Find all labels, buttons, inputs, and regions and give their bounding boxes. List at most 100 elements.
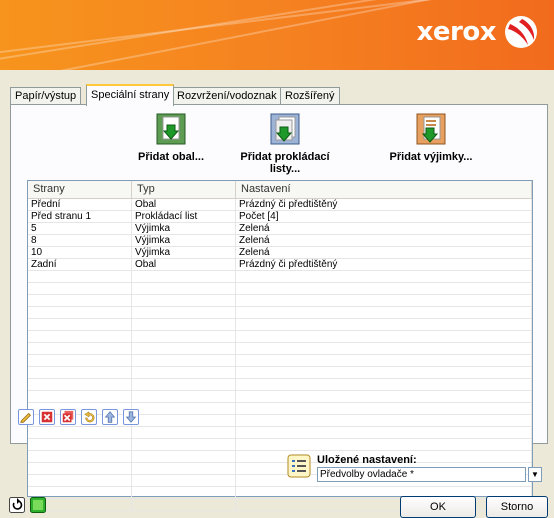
tab-special-pages[interactable]: Speciální strany bbox=[86, 84, 175, 106]
cell-settings bbox=[236, 295, 532, 306]
cell-type: Obal bbox=[132, 259, 236, 270]
table-row[interactable] bbox=[28, 427, 532, 439]
saved-settings-label: Uložené nastavení: bbox=[317, 454, 417, 466]
cell-pages bbox=[28, 427, 132, 438]
add-cover-button[interactable]: Přidat obal... bbox=[111, 113, 231, 163]
table-row[interactable] bbox=[28, 319, 532, 331]
table-row[interactable] bbox=[28, 391, 532, 403]
table-row[interactable]: Přední Obal Prázdný či předtištěný bbox=[28, 199, 532, 211]
cancel-button[interactable]: Storno bbox=[486, 496, 548, 518]
cell-settings bbox=[236, 271, 532, 282]
tab-paper-output[interactable]: Papír/výstup bbox=[10, 87, 82, 104]
cell-type: Obal bbox=[132, 199, 236, 210]
add-exceptions-button[interactable]: Přidat výjimky... bbox=[366, 113, 496, 163]
table-row[interactable]: Zadní Obal Prázdný či předtištěný bbox=[28, 259, 532, 271]
cell-settings bbox=[236, 367, 532, 378]
cell-settings bbox=[236, 379, 532, 390]
tab-layout-watermark[interactable]: Rozvržení/vodoznak bbox=[172, 87, 282, 104]
cell-pages: Před stranu 1 bbox=[28, 211, 132, 222]
table-row[interactable] bbox=[28, 451, 532, 463]
cell-settings: Zelená bbox=[236, 235, 532, 246]
cell-type bbox=[132, 379, 236, 390]
add-exceptions-label: Přidat výjimky... bbox=[389, 151, 473, 163]
table-row[interactable] bbox=[28, 439, 532, 451]
cell-settings bbox=[236, 439, 532, 450]
cell-settings bbox=[236, 319, 532, 330]
cell-pages bbox=[28, 391, 132, 402]
cell-settings bbox=[236, 403, 532, 414]
cell-pages bbox=[28, 331, 132, 342]
delete-all-icon[interactable] bbox=[60, 409, 76, 425]
status-green-icon[interactable] bbox=[30, 497, 46, 513]
cell-type bbox=[132, 427, 236, 438]
table-row[interactable]: 8 Výjimka Zelená bbox=[28, 235, 532, 247]
add-inserts-button[interactable]: Přidat prokládací listy... bbox=[225, 113, 345, 175]
add-inserts-icon bbox=[270, 113, 300, 145]
table-row[interactable] bbox=[28, 295, 532, 307]
xerox-logo: xerox bbox=[416, 17, 497, 47]
cell-type bbox=[132, 403, 236, 414]
cell-type bbox=[132, 415, 236, 426]
column-header-type[interactable]: Typ bbox=[132, 181, 236, 198]
cell-type: Výjimka bbox=[132, 247, 236, 258]
saved-settings-icon bbox=[287, 454, 311, 478]
cell-pages bbox=[28, 283, 132, 294]
cell-pages: 5 bbox=[28, 223, 132, 234]
undo-icon[interactable] bbox=[81, 409, 97, 425]
saved-settings-select[interactable]: Předvolby ovladače * bbox=[317, 467, 526, 482]
column-header-pages[interactable]: Strany bbox=[28, 181, 132, 198]
cell-pages: Zadní bbox=[28, 259, 132, 270]
cell-type bbox=[132, 283, 236, 294]
table-row[interactable]: 5 Výjimka Zelená bbox=[28, 223, 532, 235]
cell-settings bbox=[236, 415, 532, 426]
special-pages-panel: Přidat obal... Přidat prokládací listy..… bbox=[10, 104, 548, 511]
table-row[interactable] bbox=[28, 367, 532, 379]
table-row[interactable] bbox=[28, 355, 532, 367]
saved-settings-dropdown-button[interactable]: ▼ bbox=[528, 467, 542, 482]
cell-pages bbox=[28, 295, 132, 306]
move-up-icon[interactable] bbox=[102, 409, 118, 425]
cell-settings: Zelená bbox=[236, 223, 532, 234]
cell-type bbox=[132, 499, 236, 510]
cell-type bbox=[132, 331, 236, 342]
table-header: Strany Typ Nastavení bbox=[28, 181, 532, 199]
table-row[interactable] bbox=[28, 379, 532, 391]
ok-button[interactable]: OK bbox=[400, 496, 476, 518]
cell-pages: 10 bbox=[28, 247, 132, 258]
table-row[interactable]: Před stranu 1 Prokládací list Počet [4] bbox=[28, 211, 532, 223]
table-row[interactable] bbox=[28, 307, 532, 319]
cell-settings bbox=[236, 307, 532, 318]
tab-advanced[interactable]: Rozšířený bbox=[280, 87, 340, 104]
table-row[interactable] bbox=[28, 283, 532, 295]
cell-type bbox=[132, 307, 236, 318]
cell-type bbox=[132, 487, 236, 498]
cell-pages bbox=[28, 439, 132, 450]
table-row[interactable] bbox=[28, 271, 532, 283]
cell-type bbox=[132, 355, 236, 366]
table-row[interactable]: 10 Výjimka Zelená bbox=[28, 247, 532, 259]
cell-type bbox=[132, 475, 236, 486]
cell-pages bbox=[28, 463, 132, 474]
column-header-settings[interactable]: Nastavení bbox=[236, 181, 532, 198]
cell-pages bbox=[28, 379, 132, 390]
cell-settings bbox=[236, 343, 532, 354]
header-banner: xerox bbox=[0, 0, 554, 70]
add-cover-icon bbox=[156, 113, 186, 145]
cell-type: Prokládací list bbox=[132, 211, 236, 222]
cell-pages bbox=[28, 475, 132, 486]
table-row[interactable] bbox=[28, 331, 532, 343]
table-body: Přední Obal Prázdný či předtištěný Před str… bbox=[28, 199, 532, 511]
table-row[interactable] bbox=[28, 343, 532, 355]
move-down-icon[interactable] bbox=[123, 409, 139, 425]
chevron-down-icon: ▼ bbox=[531, 470, 539, 479]
cell-type: Výjimka bbox=[132, 223, 236, 234]
edit-icon[interactable] bbox=[18, 409, 34, 425]
reset-defaults-icon[interactable] bbox=[9, 497, 25, 513]
special-pages-table[interactable]: Strany Typ Nastavení Přední Obal Prázdný č… bbox=[27, 180, 533, 511]
cell-pages bbox=[28, 271, 132, 282]
cell-pages bbox=[28, 355, 132, 366]
delete-icon[interactable] bbox=[39, 409, 55, 425]
cell-type: Výjimka bbox=[132, 235, 236, 246]
add-cover-label: Přidat obal... bbox=[137, 151, 204, 163]
add-inserts-label-line1: Přidat prokládací bbox=[240, 151, 330, 163]
